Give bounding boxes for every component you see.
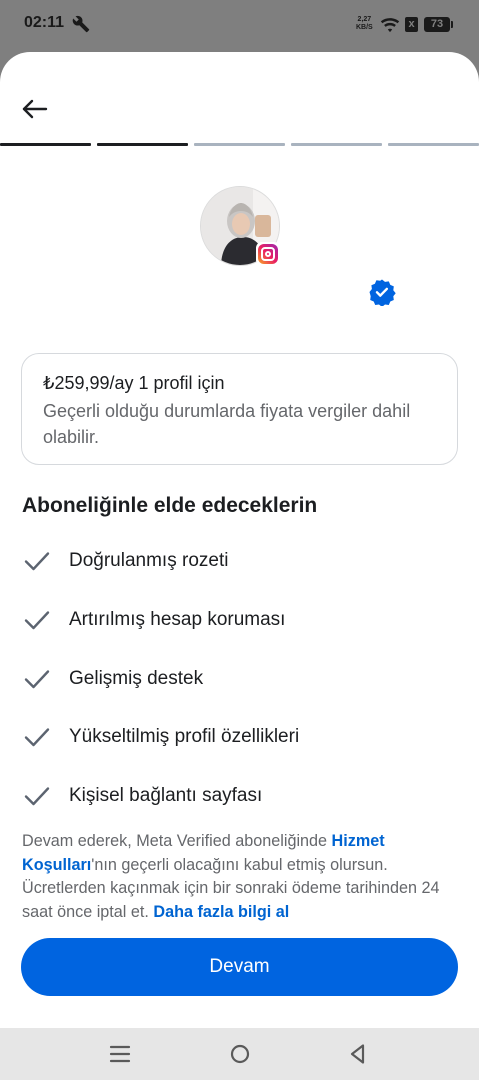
benefit-item: Doğrulanmış rozeti: [22, 546, 442, 576]
price-card: ₺259,99/ay 1 profil için Geçerli olduğu …: [21, 353, 458, 465]
benefit-item: Gelişmiş destek: [22, 664, 442, 694]
benefit-item: Artırılmış hesap koruması: [22, 605, 442, 635]
home-circle-icon[interactable]: [228, 1042, 252, 1066]
legal-text-part-1: Devam ederek, Meta Verified aboneliğinde: [22, 832, 332, 850]
status-time: 02:11: [24, 14, 65, 31]
progress-segment: [97, 143, 188, 146]
network-speed-unit: KB/S: [356, 24, 373, 31]
learn-more-link[interactable]: Daha fazla bilgi al: [153, 903, 289, 921]
progress-segment: [194, 143, 285, 146]
wrench-icon: [72, 15, 90, 33]
benefit-item: Kişisel bağlantı sayfası: [22, 781, 442, 811]
profile-avatar-group: [200, 186, 280, 266]
step-progress: [0, 143, 479, 147]
status-bar: 02:11 2,27 KB/S x 73: [0, 0, 479, 50]
benefits-heading: Aboneliğinle elde edeceklerin: [22, 494, 318, 517]
benefit-label: Yükseltilmiş profil özellikleri: [69, 726, 300, 748]
benefit-label: Gelişmiş destek: [69, 667, 204, 689]
check-icon: [24, 669, 50, 688]
system-nav-bar: [0, 1028, 479, 1080]
battery-icon: 73: [424, 17, 453, 32]
check-icon: [24, 611, 50, 629]
verified-badge-icon: [369, 279, 396, 306]
network-speed-value: 2,27: [357, 16, 372, 23]
progress-segment: [0, 143, 91, 146]
price-tax-note: Geçerli olduğu durumlarda fiyata vergile…: [43, 401, 411, 447]
benefit-label: Kişisel bağlantı sayfası: [69, 785, 263, 807]
benefit-label: Artırılmış hesap koruması: [69, 608, 286, 630]
benefit-label: Doğrulanmış rozeti: [69, 550, 229, 571]
wifi-icon: [380, 18, 400, 33]
continue-button[interactable]: Devam: [21, 938, 458, 996]
benefit-item: Yükseltilmiş profil özellikleri: [22, 722, 442, 752]
menu-icon[interactable]: [108, 1042, 132, 1066]
network-speed: 2,27 KB/S: [356, 16, 373, 32]
back-triangle-icon[interactable]: [346, 1042, 370, 1066]
check-icon: [24, 787, 50, 806]
progress-segment: [291, 143, 382, 146]
progress-segment: [388, 143, 479, 146]
subscription-sheet: ₺259,99/ay 1 profil için Geçerli olduğu …: [0, 52, 479, 1028]
check-icon: [24, 552, 50, 571]
price-title: ₺259,99/ay 1 profil için: [43, 373, 225, 393]
sim-icon: x: [405, 17, 418, 32]
legal-text: Devam ederek, Meta Verified aboneliğinde…: [22, 830, 462, 924]
instagram-icon: [256, 242, 280, 266]
back-arrow-icon[interactable]: [20, 97, 50, 121]
check-icon: [24, 728, 50, 747]
